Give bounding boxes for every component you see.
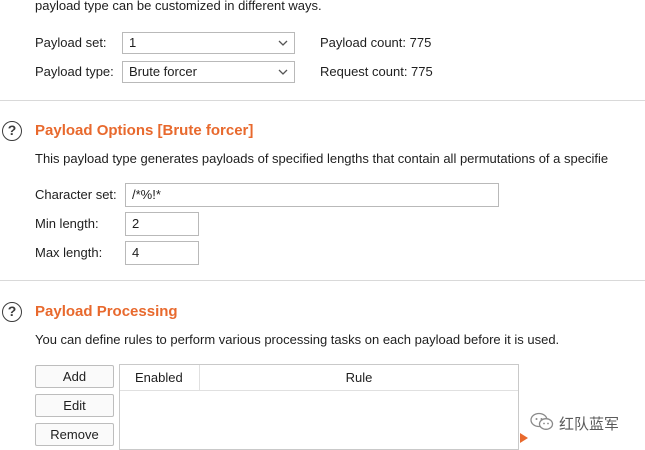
help-icon[interactable]: ? [2,302,22,322]
max-length-label: Max length: [35,245,103,260]
payload-options-title: Payload Options [Brute forcer] [35,122,254,139]
edit-button[interactable]: Edit [35,394,114,417]
payload-processing-title: Payload Processing [35,303,178,320]
payload-set-select[interactable]: 1 [122,32,295,54]
request-count: Request count: 775 [320,64,433,79]
section-divider [0,280,645,281]
section-divider [0,100,645,101]
payload-set-value: 1 [129,35,137,50]
triangle-right-icon[interactable] [520,433,528,443]
payload-set-label: Payload set: [35,35,107,50]
character-set-input[interactable]: /*%!* [125,183,499,207]
payload-options-description: This payload type generates payloads of … [35,151,609,166]
min-length-label: Min length: [35,216,99,231]
remove-button[interactable]: Remove [35,423,114,446]
max-length-input[interactable]: 4 [125,241,199,265]
wechat-logo-icon [530,412,554,430]
min-length-input[interactable]: 2 [125,212,199,236]
payload-type-select[interactable]: Brute forcer [122,61,295,83]
payload-count: Payload count: 775 [320,35,432,50]
add-button[interactable]: Add [35,365,114,388]
column-header-enabled[interactable]: Enabled [120,365,200,391]
payload-type-label: Payload type: [35,64,114,79]
intro-text: payload type can be customized in differ… [35,0,322,13]
chevron-down-icon [278,69,288,75]
rules-table[interactable]: Enabled Rule [119,364,519,450]
column-header-rule[interactable]: Rule [200,365,518,391]
help-icon[interactable]: ? [2,121,22,141]
character-set-label: Character set: [35,187,117,202]
payload-processing-description: You can define rules to perform various … [35,332,560,347]
payload-type-value: Brute forcer [129,64,197,79]
chevron-down-icon [278,40,288,46]
watermark-text: 红队蓝军 [559,415,620,433]
